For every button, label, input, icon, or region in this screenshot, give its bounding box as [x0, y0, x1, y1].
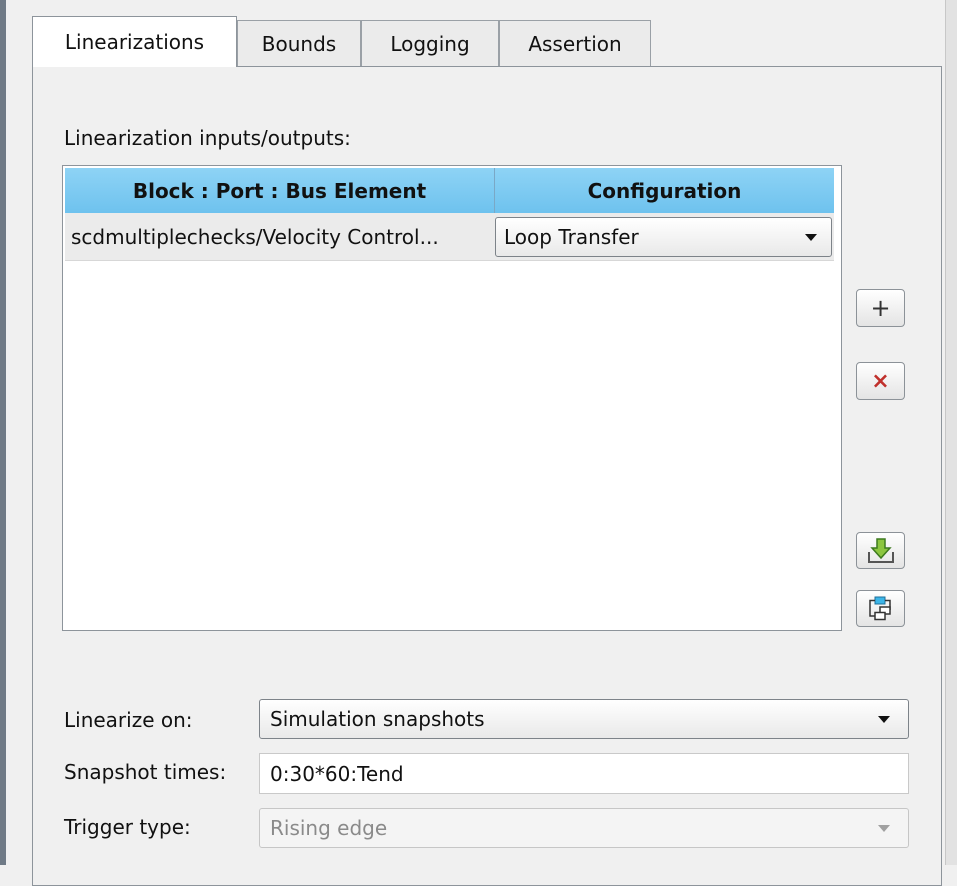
column-header-configuration[interactable]: Configuration — [495, 168, 834, 213]
block-path-cell[interactable]: scdmultiplechecks/Velocity Control... — [65, 213, 495, 260]
table-row[interactable]: scdmultiplechecks/Velocity Control... Lo… — [65, 213, 834, 261]
io-section-label: Linearization inputs/outputs: — [64, 126, 351, 150]
snapshot-times-input[interactable] — [259, 753, 909, 794]
window-edge-left — [0, 0, 6, 865]
snapshot-times-label: Snapshot times: — [64, 760, 227, 784]
tab-linearizations[interactable]: Linearizations — [32, 16, 237, 67]
tab-bounds[interactable]: Bounds — [237, 20, 361, 66]
tab-assertion[interactable]: Assertion — [499, 20, 651, 66]
trigger-type-value: Rising edge — [270, 816, 388, 840]
configuration-dropdown[interactable]: Loop Transfer — [495, 217, 832, 257]
add-io-button[interactable]: + — [856, 289, 905, 327]
import-io-button[interactable] — [856, 532, 905, 569]
table-header: Block : Port : Bus Element Configuration — [65, 168, 834, 214]
highlight-in-model-button[interactable] — [856, 590, 905, 627]
trigger-type-dropdown[interactable]: Rising edge — [259, 808, 909, 848]
linearize-on-dropdown[interactable]: Simulation snapshots — [259, 699, 909, 739]
block-diagram-icon — [868, 596, 891, 620]
tab-logging[interactable]: Logging — [361, 20, 499, 66]
remove-io-button[interactable]: × — [856, 362, 905, 400]
io-table: Block : Port : Bus Element Configuration… — [62, 165, 842, 631]
import-arrow-icon — [867, 537, 894, 563]
window-edge-right — [945, 0, 957, 865]
column-header-block[interactable]: Block : Port : Bus Element — [65, 168, 495, 213]
chevron-down-icon — [878, 825, 890, 832]
chevron-down-icon — [805, 234, 817, 241]
chevron-down-icon — [878, 716, 890, 723]
linearize-on-value: Simulation snapshots — [270, 707, 485, 731]
trigger-type-label: Trigger type: — [64, 815, 191, 839]
close-icon: × — [871, 368, 890, 394]
configuration-value: Loop Transfer — [504, 225, 639, 249]
plus-icon: + — [870, 294, 891, 322]
linearize-on-label: Linearize on: — [64, 708, 193, 732]
